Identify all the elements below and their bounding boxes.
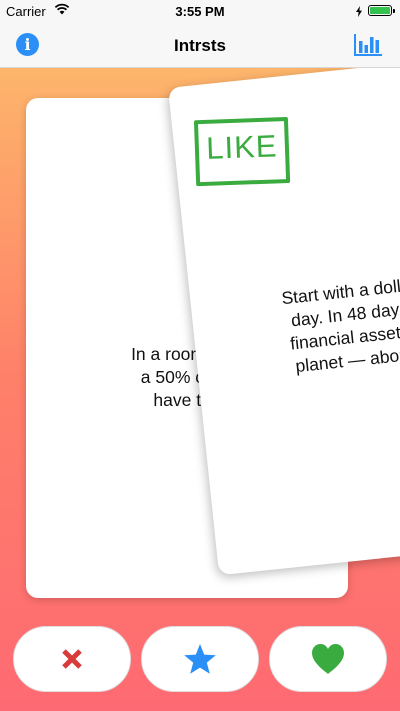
clock: 3:55 PM xyxy=(175,4,225,19)
card-stack-area: In a room of ju a 50% chan have the LIKE… xyxy=(0,68,400,711)
star-icon xyxy=(184,644,216,674)
status-bar: Carrier 3:55 PM xyxy=(0,0,400,22)
charging-icon xyxy=(356,5,362,17)
favorite-button[interactable] xyxy=(141,626,259,692)
heart-icon xyxy=(312,644,344,674)
page-title: Intrsts xyxy=(174,36,226,55)
navigation-bar: i Intrsts xyxy=(0,22,400,68)
x-icon xyxy=(62,649,82,669)
dislike-button[interactable] xyxy=(13,626,131,692)
like-button[interactable] xyxy=(269,626,387,692)
bar-chart-icon[interactable] xyxy=(353,33,383,57)
battery-icon xyxy=(368,5,395,16)
like-stamp: LIKE xyxy=(193,116,291,187)
card-front-text: Start with a dollar. Dou day. In 48 days… xyxy=(204,261,400,387)
